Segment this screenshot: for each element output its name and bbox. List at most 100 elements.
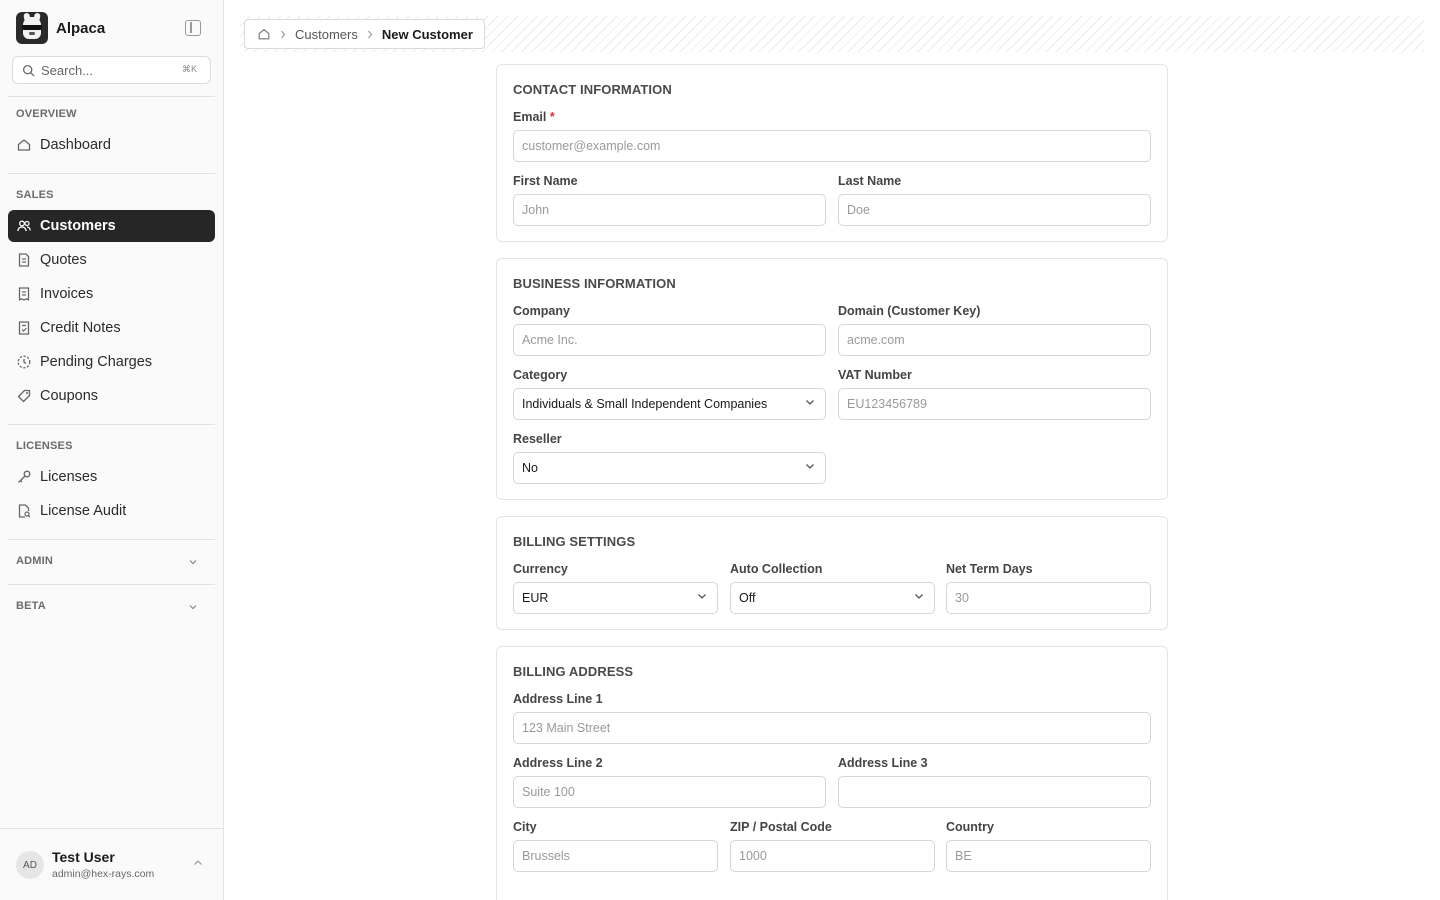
vat-field[interactable] — [838, 388, 1151, 420]
domain-field[interactable] — [838, 324, 1151, 356]
auto-collection-label: Auto Collection — [730, 562, 823, 576]
divider — [8, 96, 215, 97]
section-label-licenses: LICENSES — [16, 440, 73, 452]
breadcrumb-current: New Customer — [381, 26, 473, 42]
card-title: CONTACT INFORMATION — [513, 82, 672, 97]
sidebar: Alpaca ⌘K OVERVIEW Dashboard SALES Custo… — [0, 0, 224, 900]
search-box[interactable]: ⌘K — [12, 56, 211, 84]
sidebar-item-coupons[interactable]: Coupons — [8, 380, 215, 412]
country-field[interactable] — [946, 840, 1151, 872]
search-shortcut: ⌘K — [181, 64, 197, 74]
sidebar-item-license-audit[interactable]: License Audit — [8, 495, 215, 527]
user-menu[interactable]: AD Test User admin@hex-rays.com — [0, 828, 224, 900]
home-icon — [17, 139, 31, 151]
address-line1-label: Address Line 1 — [513, 692, 603, 706]
divider — [8, 584, 215, 585]
section-label-beta: BETA — [16, 600, 46, 612]
sidebar-item-label: Dashboard — [40, 137, 111, 153]
first-name-field[interactable] — [513, 194, 826, 226]
address-line1-field[interactable] — [513, 712, 1151, 744]
sidebar-toggle-icon[interactable] — [185, 20, 201, 36]
card-title: BILLING ADDRESS — [513, 664, 634, 679]
user-email: admin@hex-rays.com — [52, 868, 155, 880]
file-search-icon — [18, 504, 31, 518]
search-icon — [22, 64, 35, 76]
section-label-overview: OVERVIEW — [16, 108, 77, 120]
first-name-label: First Name — [513, 174, 578, 188]
vat-label: VAT Number — [838, 368, 912, 382]
city-field[interactable] — [513, 840, 718, 872]
sidebar-item-customers[interactable]: Customers — [8, 210, 215, 242]
email-field[interactable] — [513, 130, 1151, 162]
sidebar-item-label: Customers — [40, 218, 116, 234]
users-icon — [17, 220, 31, 232]
clock-dashed-icon — [17, 355, 31, 369]
address-line2-field[interactable] — [513, 776, 826, 808]
section-admin-toggle[interactable]: ADMIN — [16, 555, 207, 571]
avatar: AD — [16, 851, 44, 879]
sidebar-item-invoices[interactable]: Invoices — [8, 278, 215, 310]
billing-settings-card: BILLING SETTINGS Currency EUR Auto Colle… — [496, 516, 1168, 630]
chevron-down-icon — [915, 594, 923, 599]
currency-label: Currency — [513, 562, 568, 576]
breadcrumb-customers-link[interactable]: Customers — [295, 27, 358, 42]
billing-address-card: BILLING ADDRESS Address Line 1 Address L… — [496, 646, 1168, 900]
chevron-down-icon — [189, 560, 197, 565]
card-title: BILLING SETTINGS — [513, 534, 636, 549]
net-term-field[interactable] — [946, 582, 1151, 614]
section-beta-toggle[interactable]: BETA — [16, 600, 207, 616]
category-label: Category — [513, 368, 568, 382]
sidebar-item-label: License Audit — [40, 503, 127, 519]
sidebar-item-quotes[interactable]: Quotes — [8, 244, 215, 276]
section-label-sales: SALES — [16, 189, 54, 201]
last-name-label: Last Name — [838, 174, 902, 188]
chevron-right-icon — [281, 30, 286, 38]
app-name: Alpaca — [56, 19, 106, 37]
auto-collection-select[interactable]: Off — [730, 582, 935, 614]
domain-label: Domain (Customer Key) — [838, 304, 981, 318]
contact-information-card: CONTACT INFORMATION Email * First Name L… — [496, 64, 1168, 242]
brand[interactable]: Alpaca — [16, 12, 105, 44]
category-value: Individuals & Small Independent Companie… — [522, 397, 768, 411]
required-marker: * — [549, 110, 555, 124]
sidebar-item-pending-charges[interactable]: Pending Charges — [8, 346, 215, 378]
divider — [8, 539, 215, 540]
key-icon — [18, 470, 31, 483]
card-title: BUSINESS INFORMATION — [513, 276, 676, 291]
chevron-right-icon — [367, 30, 373, 38]
sidebar-item-credit-notes[interactable]: Credit Notes — [8, 312, 215, 344]
sidebar-item-label: Quotes — [40, 252, 87, 268]
chevron-down-icon — [189, 605, 197, 610]
sidebar-item-label: Coupons — [40, 388, 99, 404]
divider — [8, 424, 215, 425]
net-term-label: Net Term Days — [946, 562, 1033, 576]
last-name-field[interactable] — [838, 194, 1151, 226]
chevron-down-icon — [698, 594, 706, 599]
address-line2-label: Address Line 2 — [513, 756, 603, 770]
alpaca-logo-icon — [16, 12, 48, 44]
email-label: Email * — [513, 110, 555, 124]
chevron-up-icon — [194, 860, 202, 865]
chevron-down-icon — [806, 400, 814, 405]
zip-field[interactable] — [730, 840, 935, 872]
home-icon[interactable] — [257, 27, 271, 41]
sidebar-item-licenses[interactable]: Licenses — [8, 461, 215, 493]
user-name: Test User — [52, 849, 115, 865]
category-select[interactable]: Individuals & Small Independent Companie… — [513, 388, 826, 420]
sidebar-item-dashboard[interactable]: Dashboard — [8, 129, 215, 161]
city-label: City — [513, 820, 537, 834]
invoice-icon — [18, 287, 30, 301]
currency-value: EUR — [522, 591, 549, 605]
search-input[interactable] — [41, 62, 161, 78]
currency-select[interactable]: EUR — [513, 582, 718, 614]
country-label: Country — [946, 820, 994, 834]
quote-document-icon — [18, 253, 30, 267]
reseller-select[interactable]: No — [513, 452, 826, 484]
sidebar-item-label: Credit Notes — [40, 320, 121, 336]
sidebar-item-label: Pending Charges — [40, 354, 153, 370]
breadcrumb: Customers New Customer — [244, 19, 485, 49]
company-field[interactable] — [513, 324, 826, 356]
zip-label: ZIP / Postal Code — [730, 820, 832, 834]
address-line3-field[interactable] — [838, 776, 1151, 808]
section-label-admin: ADMIN — [16, 555, 54, 567]
